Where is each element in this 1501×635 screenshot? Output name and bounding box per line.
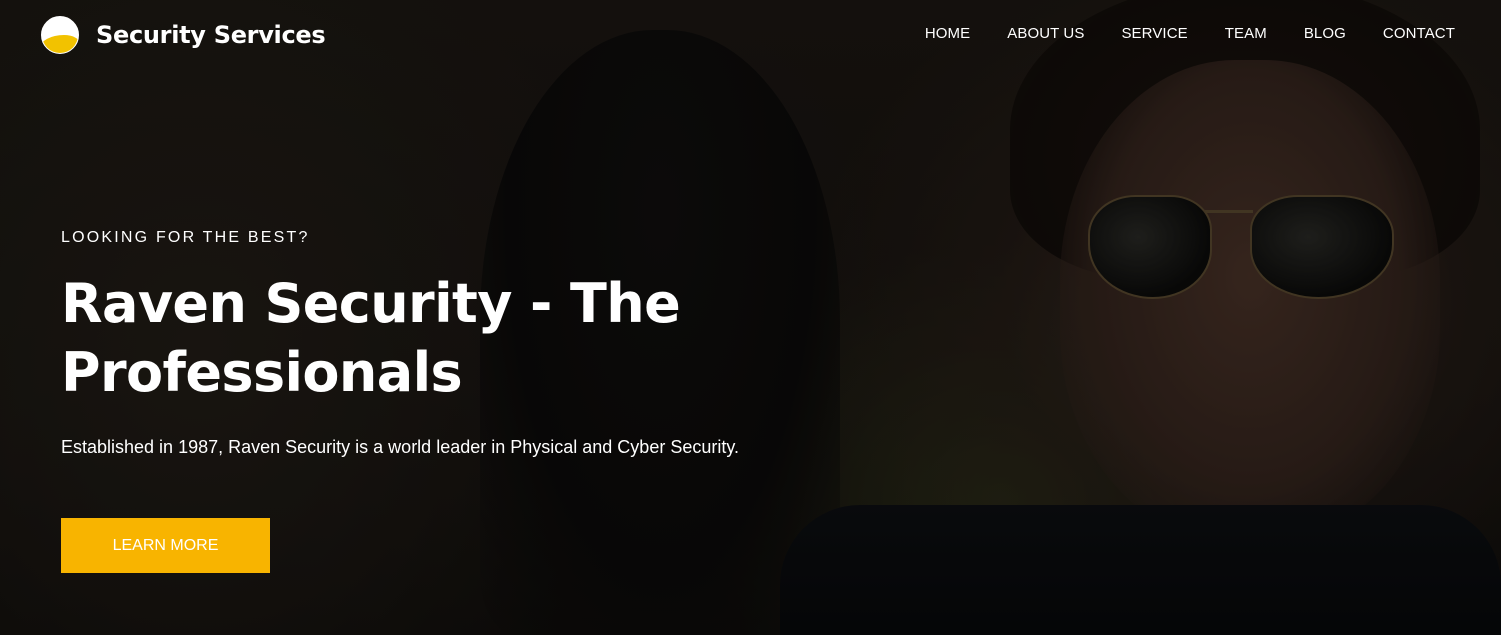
- site-header: Security Services HOME ABOUT US SERVICE …: [0, 0, 1501, 70]
- nav-item-home[interactable]: HOME: [925, 25, 970, 42]
- nav-item-contact[interactable]: CONTACT: [1383, 25, 1455, 42]
- hero-section: Security Services HOME ABOUT US SERVICE …: [0, 0, 1501, 635]
- nav-item-about-us[interactable]: ABOUT US: [1007, 25, 1084, 42]
- brand-name: Security Services: [96, 21, 326, 49]
- sunglasses-bridge: [1205, 210, 1253, 213]
- nav-item-service[interactable]: SERVICE: [1121, 25, 1187, 42]
- sunglasses-right-lens: [1250, 195, 1394, 299]
- nav-item-team[interactable]: TEAM: [1225, 25, 1267, 42]
- hero-content: LOOKING FOR THE BEST? Raven Security - T…: [61, 229, 881, 458]
- learn-more-button[interactable]: LEARN MORE: [61, 518, 270, 573]
- hero-eyebrow: LOOKING FOR THE BEST?: [61, 229, 310, 246]
- guard-face-shape: [1060, 60, 1440, 540]
- sunglasses-left-lens: [1088, 195, 1212, 299]
- guard-uniform-shape: [780, 505, 1501, 635]
- nav-item-blog[interactable]: BLOG: [1304, 25, 1346, 42]
- half-sun-logo-icon: [41, 16, 79, 54]
- hero-description: Established in 1987, Raven Security is a…: [61, 437, 740, 457]
- hero-headline: Raven Security - The Professionals: [61, 272, 681, 404]
- main-nav: HOME ABOUT US SERVICE TEAM BLOG CONTACT: [888, 25, 1455, 42]
- brand-logo-link[interactable]: Security Services: [41, 16, 326, 54]
